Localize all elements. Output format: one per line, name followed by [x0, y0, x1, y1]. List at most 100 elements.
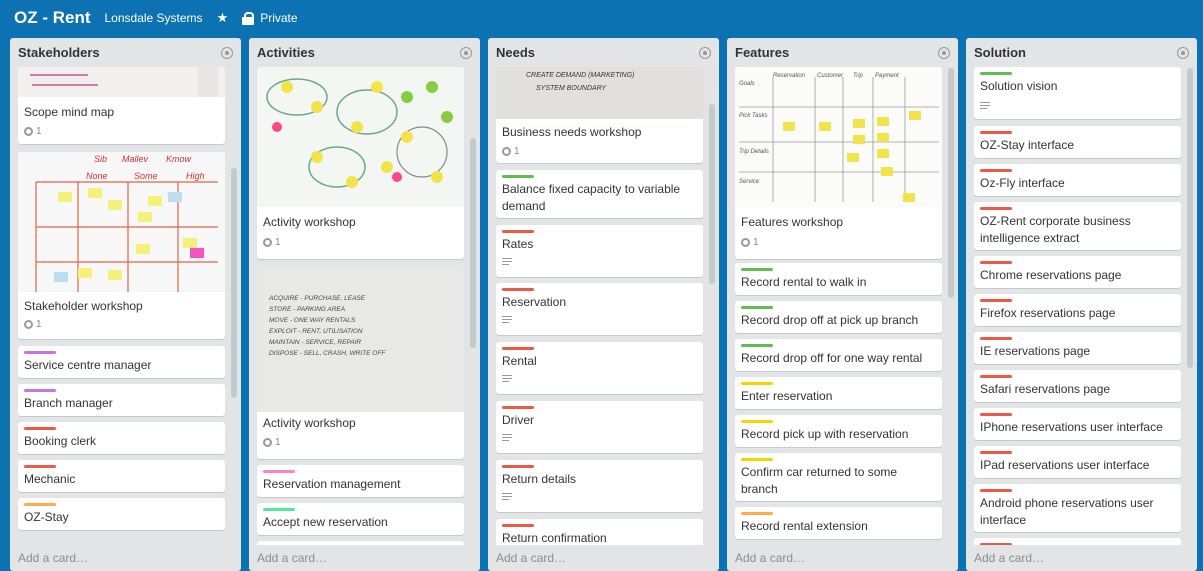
list-menu-icon[interactable] — [1177, 47, 1189, 59]
paperclip-icon — [24, 320, 33, 329]
list-card[interactable]: Safari reservations page — [974, 370, 1181, 402]
list-title[interactable]: Solution — [974, 45, 1026, 60]
list-card[interactable]: IPad reservations user interface — [974, 446, 1181, 478]
attachment-badge: 1 — [263, 437, 281, 448]
list-scrollbar[interactable] — [470, 138, 476, 348]
list-scrollbar[interactable] — [231, 168, 237, 398]
list-header: Solution — [974, 44, 1189, 62]
list-card[interactable]: IPhone reservations user interface — [974, 408, 1181, 440]
list-card[interactable]: Rental — [496, 342, 703, 394]
list-card[interactable]: Booking clerk — [18, 422, 225, 454]
list-card[interactable]: Record drop off for one way rental — [735, 339, 942, 371]
list-scrollbar[interactable] — [709, 104, 715, 284]
photo-text: Trip — [853, 73, 863, 79]
list-card[interactable]: Record rental extension — [735, 507, 942, 539]
add-card-button[interactable]: Add a card… — [496, 551, 566, 565]
privacy-toggle[interactable]: Private — [260, 11, 297, 25]
attachment-count: 1 — [275, 437, 281, 448]
list-card[interactable]: Sib Mallev Kmow None Some High Stakehold… — [18, 152, 225, 339]
card-title: Rental — [502, 354, 537, 368]
card-label — [980, 169, 1012, 172]
list-card[interactable]: Confirm car returned to some branch — [735, 453, 942, 501]
add-card-button[interactable]: Add a card… — [257, 551, 327, 565]
list-card[interactable]: Mechanic — [18, 460, 225, 492]
list-card[interactable]: OZ-Stay interface — [974, 126, 1181, 158]
lock-icon[interactable] — [242, 12, 255, 25]
list-card[interactable]: CREATE DEMAND (MARKETING) SYSTEM BOUNDAR… — [496, 67, 703, 163]
star-icon[interactable]: ★ — [217, 10, 229, 26]
list-title[interactable]: Features — [735, 45, 789, 60]
list-card[interactable]: Branch manager — [18, 384, 225, 416]
add-card-button[interactable]: Add a card… — [735, 551, 805, 565]
list-card[interactable]: Reservation management — [257, 465, 464, 497]
paperclip-icon — [263, 238, 272, 247]
list-card[interactable]: Service centre manager — [18, 346, 225, 378]
list-scrollbar[interactable] — [948, 68, 954, 298]
list-card[interactable]: Firefox reservations page — [974, 294, 1181, 326]
card-title: Booking clerk — [24, 434, 97, 448]
card-label — [741, 458, 773, 461]
list-scrollbar[interactable] — [1187, 68, 1193, 368]
list-card[interactable]: Scope mind map 1 — [18, 67, 225, 144]
list-card[interactable]: Chrome reservations page — [974, 256, 1181, 288]
list-card[interactable]: IE reservations page — [974, 332, 1181, 364]
board-team[interactable]: Lonsdale Systems — [105, 11, 203, 25]
list-card[interactable]: Return confirmation — [496, 519, 703, 545]
list-title[interactable]: Needs — [496, 45, 535, 60]
list-card[interactable]: OZ-Rent corporate business intelligence … — [974, 202, 1181, 250]
add-card-button[interactable]: Add a card… — [974, 551, 1044, 565]
list-card[interactable]: Oz-Fly interface — [974, 164, 1181, 196]
card-title: Stakeholder workshop — [24, 299, 143, 313]
list-card[interactable]: Rates — [496, 225, 703, 277]
list-card[interactable]: Return details — [496, 460, 703, 512]
photo-text: Reservation — [773, 73, 806, 79]
list-card[interactable] — [257, 541, 464, 545]
list-menu-icon[interactable] — [221, 47, 233, 59]
list-card[interactable]: OZ-Stay — [18, 498, 225, 530]
list-card[interactable] — [974, 538, 1181, 545]
photo-text: DISPOSE - SELL, CRASH, WRITE OFF — [269, 350, 386, 357]
list-menu-icon[interactable] — [460, 47, 472, 59]
list-menu-icon[interactable] — [699, 47, 711, 59]
list-needs: Needs CREATE DEMAND (MARKETING) SYSTEM B… — [488, 38, 719, 571]
list-header: Stakeholders — [18, 44, 233, 62]
paperclip-icon — [502, 147, 511, 156]
card-label — [502, 347, 534, 350]
list-title[interactable]: Activities — [257, 45, 315, 60]
attachment-count: 1 — [753, 237, 759, 248]
list-card[interactable]: Android phone reservations user interfac… — [974, 484, 1181, 532]
add-card-button[interactable]: Add a card… — [18, 551, 88, 565]
list-card[interactable]: ACQUIRE - PURCHASE, LEASE STORE - PARKIN… — [257, 265, 464, 459]
board-title[interactable]: OZ - Rent — [14, 8, 91, 28]
card-title: Service centre manager — [24, 358, 152, 372]
list-card[interactable]: Accept new reservation — [257, 503, 464, 535]
list-card[interactable]: Balance fixed capacity to variable deman… — [496, 170, 703, 218]
photo-text: MOVE - ONE WAY RENTALS — [269, 317, 356, 324]
card-label — [980, 375, 1012, 378]
board-header: OZ - Rent Lonsdale Systems ★ Private — [0, 0, 1203, 36]
card-title: Return confirmation — [502, 531, 607, 545]
card-cover-image — [257, 67, 464, 207]
card-title: Android phone reservations user interfac… — [980, 496, 1154, 527]
card-title: IPad reservations user interface — [980, 458, 1150, 472]
list-card[interactable]: Record pick up with reservation — [735, 415, 942, 447]
list-card[interactable]: Driver — [496, 401, 703, 453]
list-card[interactable]: Enter reservation — [735, 377, 942, 409]
list-card[interactable]: Reservation — [496, 283, 703, 335]
card-label — [980, 131, 1012, 134]
list-card[interactable]: Record rental to walk in — [735, 263, 942, 295]
list-card[interactable]: Record drop off at pick up branch — [735, 301, 942, 333]
card-title: Scope mind map — [24, 105, 115, 119]
card-list: CREATE DEMAND (MARKETING) SYSTEM BOUNDAR… — [496, 67, 703, 545]
card-label — [980, 337, 1012, 340]
list-card[interactable]: Solution vision — [974, 67, 1181, 119]
card-cover-image — [735, 67, 942, 207]
list-solution: Solution Solution vision OZ-Stay interfa… — [966, 38, 1197, 571]
list-menu-icon[interactable] — [938, 47, 950, 59]
list-card[interactable]: Activity workshop 1 — [257, 67, 464, 259]
list-card[interactable]: Goals Reservation Customer Trip Payment … — [735, 67, 942, 259]
card-title: OZ-Rent corporate business intelligence … — [980, 214, 1131, 245]
card-label — [980, 543, 1012, 545]
list-title[interactable]: Stakeholders — [18, 45, 100, 60]
card-title: Activity workshop — [263, 215, 356, 229]
